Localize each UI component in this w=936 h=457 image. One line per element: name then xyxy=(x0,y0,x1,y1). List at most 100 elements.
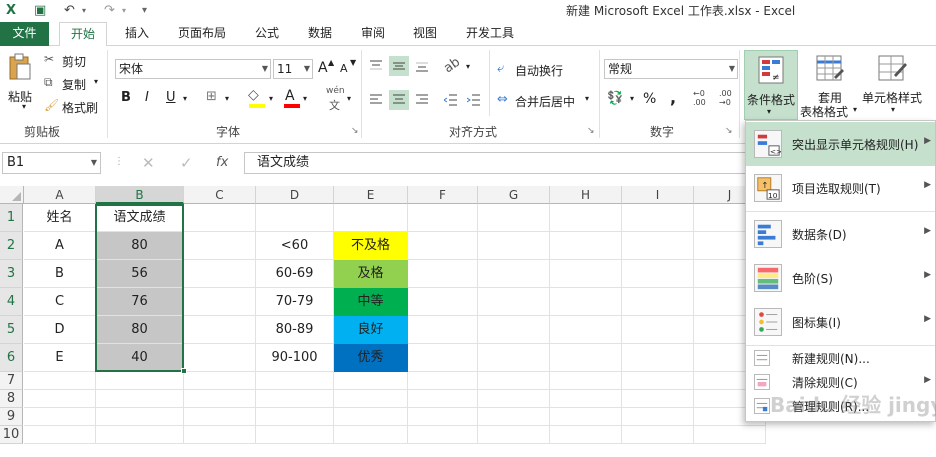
cell-e1[interactable] xyxy=(334,204,408,232)
percent-button[interactable]: % xyxy=(643,91,656,107)
conditional-formatting-button[interactable]: ≠ 条件格式 ▾ xyxy=(744,50,798,120)
font-color-button[interactable]: A xyxy=(285,88,295,104)
cell-styles-icon[interactable] xyxy=(878,55,908,85)
customize-toolbar-icon[interactable]: ▾ xyxy=(142,2,147,20)
cell-d1[interactable] xyxy=(256,204,334,232)
increase-indent-icon[interactable] xyxy=(464,90,484,110)
cut-button[interactable]: 剪切 xyxy=(62,53,86,70)
copy-dropdown-icon[interactable]: ▾ xyxy=(94,77,98,86)
bold-button[interactable]: B xyxy=(121,90,131,105)
cell-e4[interactable]: 中等 xyxy=(334,288,408,316)
cell-d9[interactable] xyxy=(256,408,334,426)
cell-f9[interactable] xyxy=(408,408,478,426)
align-bottom-icon[interactable] xyxy=(412,56,432,76)
align-left-icon[interactable] xyxy=(366,90,386,110)
insert-function-icon[interactable]: fx xyxy=(216,155,228,170)
cell-e2[interactable]: 不及格 xyxy=(334,232,408,260)
tab-developer[interactable]: 开发工具 xyxy=(458,22,522,46)
cell-g4[interactable] xyxy=(478,288,550,316)
name-box[interactable]: B1 ▼ xyxy=(2,152,101,174)
row-header-10[interactable]: 10 xyxy=(0,426,23,444)
cell-b7[interactable] xyxy=(96,372,184,390)
cell-d6[interactable]: 90-100 xyxy=(256,344,334,372)
underline-button[interactable]: U xyxy=(166,90,176,105)
cell-d5[interactable]: 80-89 xyxy=(256,316,334,344)
cell-a7[interactable] xyxy=(24,372,96,390)
cell-g9[interactable] xyxy=(478,408,550,426)
cell-b5[interactable]: 80 xyxy=(96,316,184,344)
cell-h6[interactable] xyxy=(550,344,622,372)
cell-h3[interactable] xyxy=(550,260,622,288)
cell-e5[interactable]: 良好 xyxy=(334,316,408,344)
tab-page-layout[interactable]: 页面布局 xyxy=(170,22,234,46)
merge-dropdown-icon[interactable]: ▾ xyxy=(585,94,589,103)
cell-h5[interactable] xyxy=(550,316,622,344)
merge-center-icon[interactable]: ⇔ xyxy=(497,92,508,107)
cell-g8[interactable] xyxy=(478,390,550,408)
cell-i4[interactable] xyxy=(622,288,694,316)
column-header-f[interactable]: F xyxy=(408,186,478,204)
cell-styles-dropdown-icon[interactable]: ▾ xyxy=(891,105,895,114)
tab-data[interactable]: 数据 xyxy=(300,22,340,46)
menu-item-data-bars[interactable]: 数据条(D) ▶ xyxy=(746,212,935,256)
tab-file[interactable]: 文件 xyxy=(0,22,49,46)
cell-a2[interactable]: A xyxy=(24,232,96,260)
cell-i2[interactable] xyxy=(622,232,694,260)
menu-item-top-bottom-rules[interactable]: ↑ 10 项目选取规则(T) ▶ xyxy=(746,166,935,210)
cell-f1[interactable] xyxy=(408,204,478,232)
cell-e3[interactable]: 及格 xyxy=(334,260,408,288)
column-header-g[interactable]: G xyxy=(478,186,550,204)
format-as-table-icon[interactable] xyxy=(816,55,844,85)
cell-e7[interactable] xyxy=(334,372,408,390)
cell-h10[interactable] xyxy=(550,426,622,444)
cell-c8[interactable] xyxy=(184,390,256,408)
menu-item-manage-rules[interactable]: 管理规则(R)... xyxy=(746,394,935,418)
currency-icon[interactable]: 💱 xyxy=(607,91,623,106)
select-all-corner[interactable] xyxy=(0,186,24,204)
number-format-combo[interactable]: 常规 ▼ xyxy=(604,59,738,79)
cell-a4[interactable]: C xyxy=(24,288,96,316)
cell-c9[interactable] xyxy=(184,408,256,426)
cell-i5[interactable] xyxy=(622,316,694,344)
alignment-dialog-launcher-icon[interactable]: ↘ xyxy=(587,126,595,136)
cell-c1[interactable] xyxy=(184,204,256,232)
cell-h1[interactable] xyxy=(550,204,622,232)
cell-e8[interactable] xyxy=(334,390,408,408)
clipboard-icon[interactable] xyxy=(4,52,36,82)
font-name-combo[interactable]: 宋体 ▼ xyxy=(115,59,271,79)
borders-dropdown-icon[interactable]: ▾ xyxy=(225,94,229,103)
cell-a9[interactable] xyxy=(24,408,96,426)
row-header-4[interactable]: 4 xyxy=(0,288,23,316)
cell-g6[interactable] xyxy=(478,344,550,372)
cell-f10[interactable] xyxy=(408,426,478,444)
save-icon[interactable]: ▣ xyxy=(34,2,46,20)
enter-check-icon[interactable]: ✓ xyxy=(180,154,193,172)
cell-i8[interactable] xyxy=(622,390,694,408)
cell-a8[interactable] xyxy=(24,390,96,408)
cell-f6[interactable] xyxy=(408,344,478,372)
cell-f3[interactable] xyxy=(408,260,478,288)
cell-f7[interactable] xyxy=(408,372,478,390)
row-header-2[interactable]: 2 xyxy=(0,232,23,260)
phonetic-button[interactable]: wén xyxy=(326,86,345,96)
cell-j10[interactable] xyxy=(694,426,766,444)
increase-decimal-icon[interactable]: ←0.00 xyxy=(693,89,706,107)
grow-font-button[interactable]: A xyxy=(318,60,328,76)
format-as-table-label-2[interactable]: 表格格式 xyxy=(800,103,848,120)
cell-i6[interactable] xyxy=(622,344,694,372)
cell-h4[interactable] xyxy=(550,288,622,316)
row-header-9[interactable]: 9 xyxy=(0,408,23,426)
menu-item-highlight-rules[interactable]: <> 突出显示单元格规则(H) ▶ xyxy=(746,122,935,166)
cell-b3[interactable]: 56 xyxy=(96,260,184,288)
cell-e6[interactable]: 优秀 xyxy=(334,344,408,372)
column-header-d[interactable]: D xyxy=(256,186,334,204)
cell-d3[interactable]: 60-69 xyxy=(256,260,334,288)
align-right-icon[interactable] xyxy=(412,90,432,110)
row-header-7[interactable]: 7 xyxy=(0,372,23,390)
orientation-icon[interactable]: ab xyxy=(441,55,463,77)
currency-dropdown-icon[interactable]: ▾ xyxy=(630,94,634,103)
wrap-text-icon[interactable]: ⤶ xyxy=(497,61,504,76)
wrap-text-button[interactable]: 自动换行 xyxy=(515,62,563,79)
undo-icon[interactable]: ↶ xyxy=(64,2,75,20)
cell-g5[interactable] xyxy=(478,316,550,344)
